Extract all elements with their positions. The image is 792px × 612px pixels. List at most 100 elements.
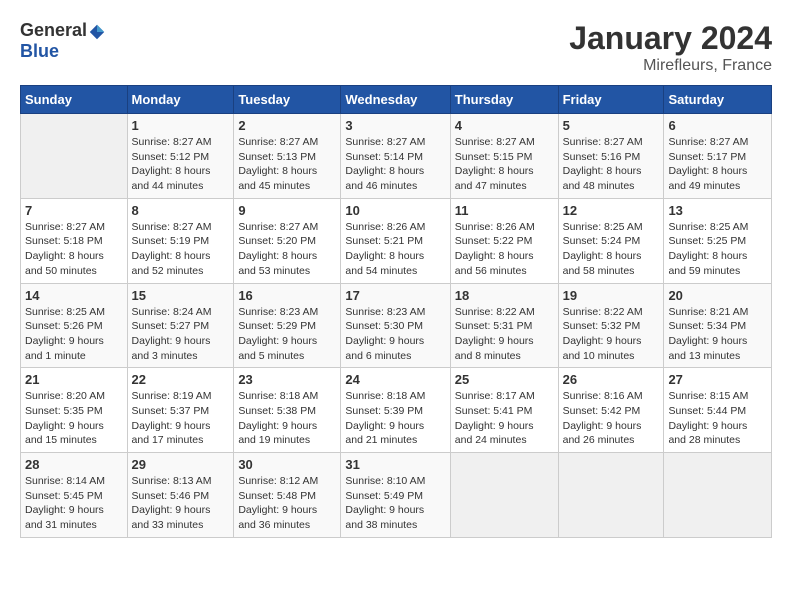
day-number: 27	[668, 372, 767, 387]
sunset-text: Sunset: 5:42 PM	[563, 405, 641, 417]
calendar-cell: 5Sunrise: 8:27 AMSunset: 5:16 PMDaylight…	[558, 114, 664, 199]
day-number: 20	[668, 288, 767, 303]
daylight-text: Daylight: 9 hoursand 13 minutes	[668, 335, 747, 362]
day-number: 15	[132, 288, 230, 303]
day-info: Sunrise: 8:22 AMSunset: 5:32 PMDaylight:…	[563, 305, 660, 364]
sunrise-text: Sunrise: 8:14 AM	[25, 475, 105, 487]
daylight-text: Daylight: 9 hoursand 28 minutes	[668, 420, 747, 447]
week-row-2: 7 Sunrise: 8:27 AMSunset: 5:18 PMDaylight…	[21, 198, 772, 283]
calendar-cell: 7 Sunrise: 8:27 AMSunset: 5:18 PMDaylight…	[21, 198, 128, 283]
sunset-text: Sunset: 5:26 PM	[25, 320, 103, 332]
header-day-monday: Monday	[127, 86, 234, 114]
day-number: 17	[345, 288, 445, 303]
sunset-text: Sunset: 5:20 PM	[238, 235, 316, 247]
calendar-cell: 28Sunrise: 8:14 AMSunset: 5:45 PMDayligh…	[21, 453, 128, 538]
page-header: General Blue January 2024 Mirefleurs, Fr…	[20, 20, 772, 75]
sunrise-text: Sunrise: 8:22 AM	[563, 306, 643, 318]
day-number: 25	[455, 372, 554, 387]
sunrise-text: Sunrise: 8:27 AM	[455, 136, 535, 148]
sunrise-text: Sunrise: 8:17 AM	[455, 390, 535, 402]
calendar-cell: 6Sunrise: 8:27 AMSunset: 5:17 PMDaylight…	[664, 114, 772, 199]
sunset-text: Sunset: 5:21 PM	[345, 235, 423, 247]
day-info: Sunrise: 8:27 AMSunset: 5:12 PMDaylight:…	[132, 135, 230, 194]
calendar-cell: 29Sunrise: 8:13 AMSunset: 5:46 PMDayligh…	[127, 453, 234, 538]
calendar-cell: 11Sunrise: 8:26 AMSunset: 5:22 PMDayligh…	[450, 198, 558, 283]
sunrise-text: Sunrise: 8:22 AM	[455, 306, 535, 318]
header-day-thursday: Thursday	[450, 86, 558, 114]
daylight-text: Daylight: 8 hoursand 59 minutes	[668, 250, 747, 277]
calendar-cell: 10Sunrise: 8:26 AMSunset: 5:21 PMDayligh…	[341, 198, 450, 283]
calendar-cell: 4Sunrise: 8:27 AMSunset: 5:15 PMDaylight…	[450, 114, 558, 199]
sunrise-text: Sunrise: 8:27 AM	[563, 136, 643, 148]
sunset-text: Sunset: 5:17 PM	[668, 151, 746, 163]
day-number: 16	[238, 288, 336, 303]
calendar-table: SundayMondayTuesdayWednesdayThursdayFrid…	[20, 85, 772, 538]
sunset-text: Sunset: 5:31 PM	[455, 320, 533, 332]
calendar-cell: 30 Sunrise: 8:12 AMSunset: 5:48 PMDayligh…	[234, 453, 341, 538]
week-row-5: 28Sunrise: 8:14 AMSunset: 5:45 PMDayligh…	[21, 453, 772, 538]
daylight-text: Daylight: 8 hoursand 48 minutes	[563, 165, 642, 192]
header-day-friday: Friday	[558, 86, 664, 114]
sunrise-text: Sunrise: 8:25 AM	[25, 306, 105, 318]
day-info: Sunrise: 8:13 AMSunset: 5:46 PMDaylight:…	[132, 474, 230, 533]
day-number: 4	[455, 118, 554, 133]
sunrise-text: Sunrise: 8:10 AM	[345, 475, 425, 487]
sunset-text: Sunset: 5:14 PM	[345, 151, 423, 163]
calendar-cell: 21Sunrise: 8:20 AMSunset: 5:35 PMDayligh…	[21, 368, 128, 453]
day-info: Sunrise: 8:22 AM Sunset: 5:31 PM Daylight:…	[455, 305, 554, 364]
logo-text: General Blue	[20, 20, 107, 62]
day-info: Sunrise: 8:18 AMSunset: 5:39 PMDaylight:…	[345, 389, 445, 448]
sunset-text: Sunset: 5:45 PM	[25, 490, 103, 502]
daylight-text: Daylight: 8 hoursand 47 minutes	[455, 165, 534, 192]
sunrise-text: Sunrise: 8:24 AM	[132, 306, 212, 318]
day-info: Sunrise: 8:19 AMSunset: 5:37 PMDaylight:…	[132, 389, 230, 448]
daylight-text: Daylight: 8 hoursand 45 minutes	[238, 165, 317, 192]
day-number: 12	[563, 203, 660, 218]
calendar-cell: 18Sunrise: 8:22 AMSunset: 5:31 PMDayligh…	[450, 283, 558, 368]
sunset-text: Sunset: 5:48 PM	[238, 490, 316, 502]
sunrise-text: Sunrise: 8:23 AM	[238, 306, 318, 318]
calendar-cell: 12 Sunrise: 8:25 AMSunset: 5:24 PMDayligh…	[558, 198, 664, 283]
week-row-4: 21Sunrise: 8:20 AMSunset: 5:35 PMDayligh…	[21, 368, 772, 453]
calendar-cell: 24Sunrise: 8:18 AMSunset: 5:39 PMDayligh…	[341, 368, 450, 453]
day-info: Sunrise: 8:20 AMSunset: 5:35 PMDaylight:…	[25, 389, 123, 448]
week-row-3: 14Sunrise: 8:25 AMSunset: 5:26 PMDayligh…	[21, 283, 772, 368]
day-info: Sunrise: 8:25 AMSunset: 5:24 PMDaylight:…	[563, 220, 660, 279]
sunset-text: Sunset: 5:49 PM	[345, 490, 423, 502]
daylight-text: Daylight: 9 hoursand 24 minutes	[455, 420, 534, 447]
sunset-text: Sunset: 5:34 PM	[668, 320, 746, 332]
day-number: 3	[345, 118, 445, 133]
day-info: Sunrise: 8:17 AMSunset: 5:41 PMDaylight:…	[455, 389, 554, 448]
daylight-text: Daylight: 9 hoursand 8 minutes	[455, 335, 534, 362]
daylight-text: Daylight: 9 hoursand 19 minutes	[238, 420, 317, 447]
day-info: Sunrise: 8:27 AMSunset: 5:16 PMDaylight:…	[563, 135, 660, 194]
daylight-text: Daylight: 9 hoursand 38 minutes	[345, 504, 424, 531]
sunrise-text: Sunrise: 8:25 AM	[668, 221, 748, 233]
daylight-text: Daylight: 9 hoursand 31 minutes	[25, 504, 104, 531]
sunrise-text: Sunrise: 8:27 AM	[238, 136, 318, 148]
calendar-cell: 14Sunrise: 8:25 AMSunset: 5:26 PMDayligh…	[21, 283, 128, 368]
day-number: 30	[238, 457, 336, 472]
daylight-text: Daylight: 8 hoursand 49 minutes	[668, 165, 747, 192]
day-info: Sunrise: 8:12 AMSunset: 5:48 PMDaylight:…	[238, 474, 336, 533]
calendar-cell: 23Sunrise: 8:18 AMSunset: 5:38 PMDayligh…	[234, 368, 341, 453]
month-year: January 2024	[569, 20, 772, 57]
calendar-cell: 22Sunrise: 8:19 AMSunset: 5:37 PMDayligh…	[127, 368, 234, 453]
day-number: 7	[25, 203, 123, 218]
calendar-cell: 2Sunrise: 8:27 AMSunset: 5:13 PMDaylight…	[234, 114, 341, 199]
sunset-text: Sunset: 5:37 PM	[132, 405, 210, 417]
day-number: 2	[238, 118, 336, 133]
daylight-text: Daylight: 9 hoursand 33 minutes	[132, 504, 211, 531]
day-info: Sunrise: 8:27 AMSunset: 5:18 PMDaylight:…	[25, 220, 123, 279]
day-number: 8	[132, 203, 230, 218]
day-number: 10	[345, 203, 445, 218]
sunrise-text: Sunrise: 8:18 AM	[345, 390, 425, 402]
logo-general: General	[20, 20, 87, 40]
day-info: Sunrise: 8:23 AMSunset: 5:30 PMDaylight:…	[345, 305, 445, 364]
calendar-cell: 19Sunrise: 8:22 AMSunset: 5:32 PMDayligh…	[558, 283, 664, 368]
sunset-text: Sunset: 5:24 PM	[563, 235, 641, 247]
header-day-sunday: Sunday	[21, 86, 128, 114]
sunset-text: Sunset: 5:22 PM	[455, 235, 533, 247]
logo: General Blue	[20, 20, 107, 62]
sunset-text: Sunset: 5:27 PM	[132, 320, 210, 332]
